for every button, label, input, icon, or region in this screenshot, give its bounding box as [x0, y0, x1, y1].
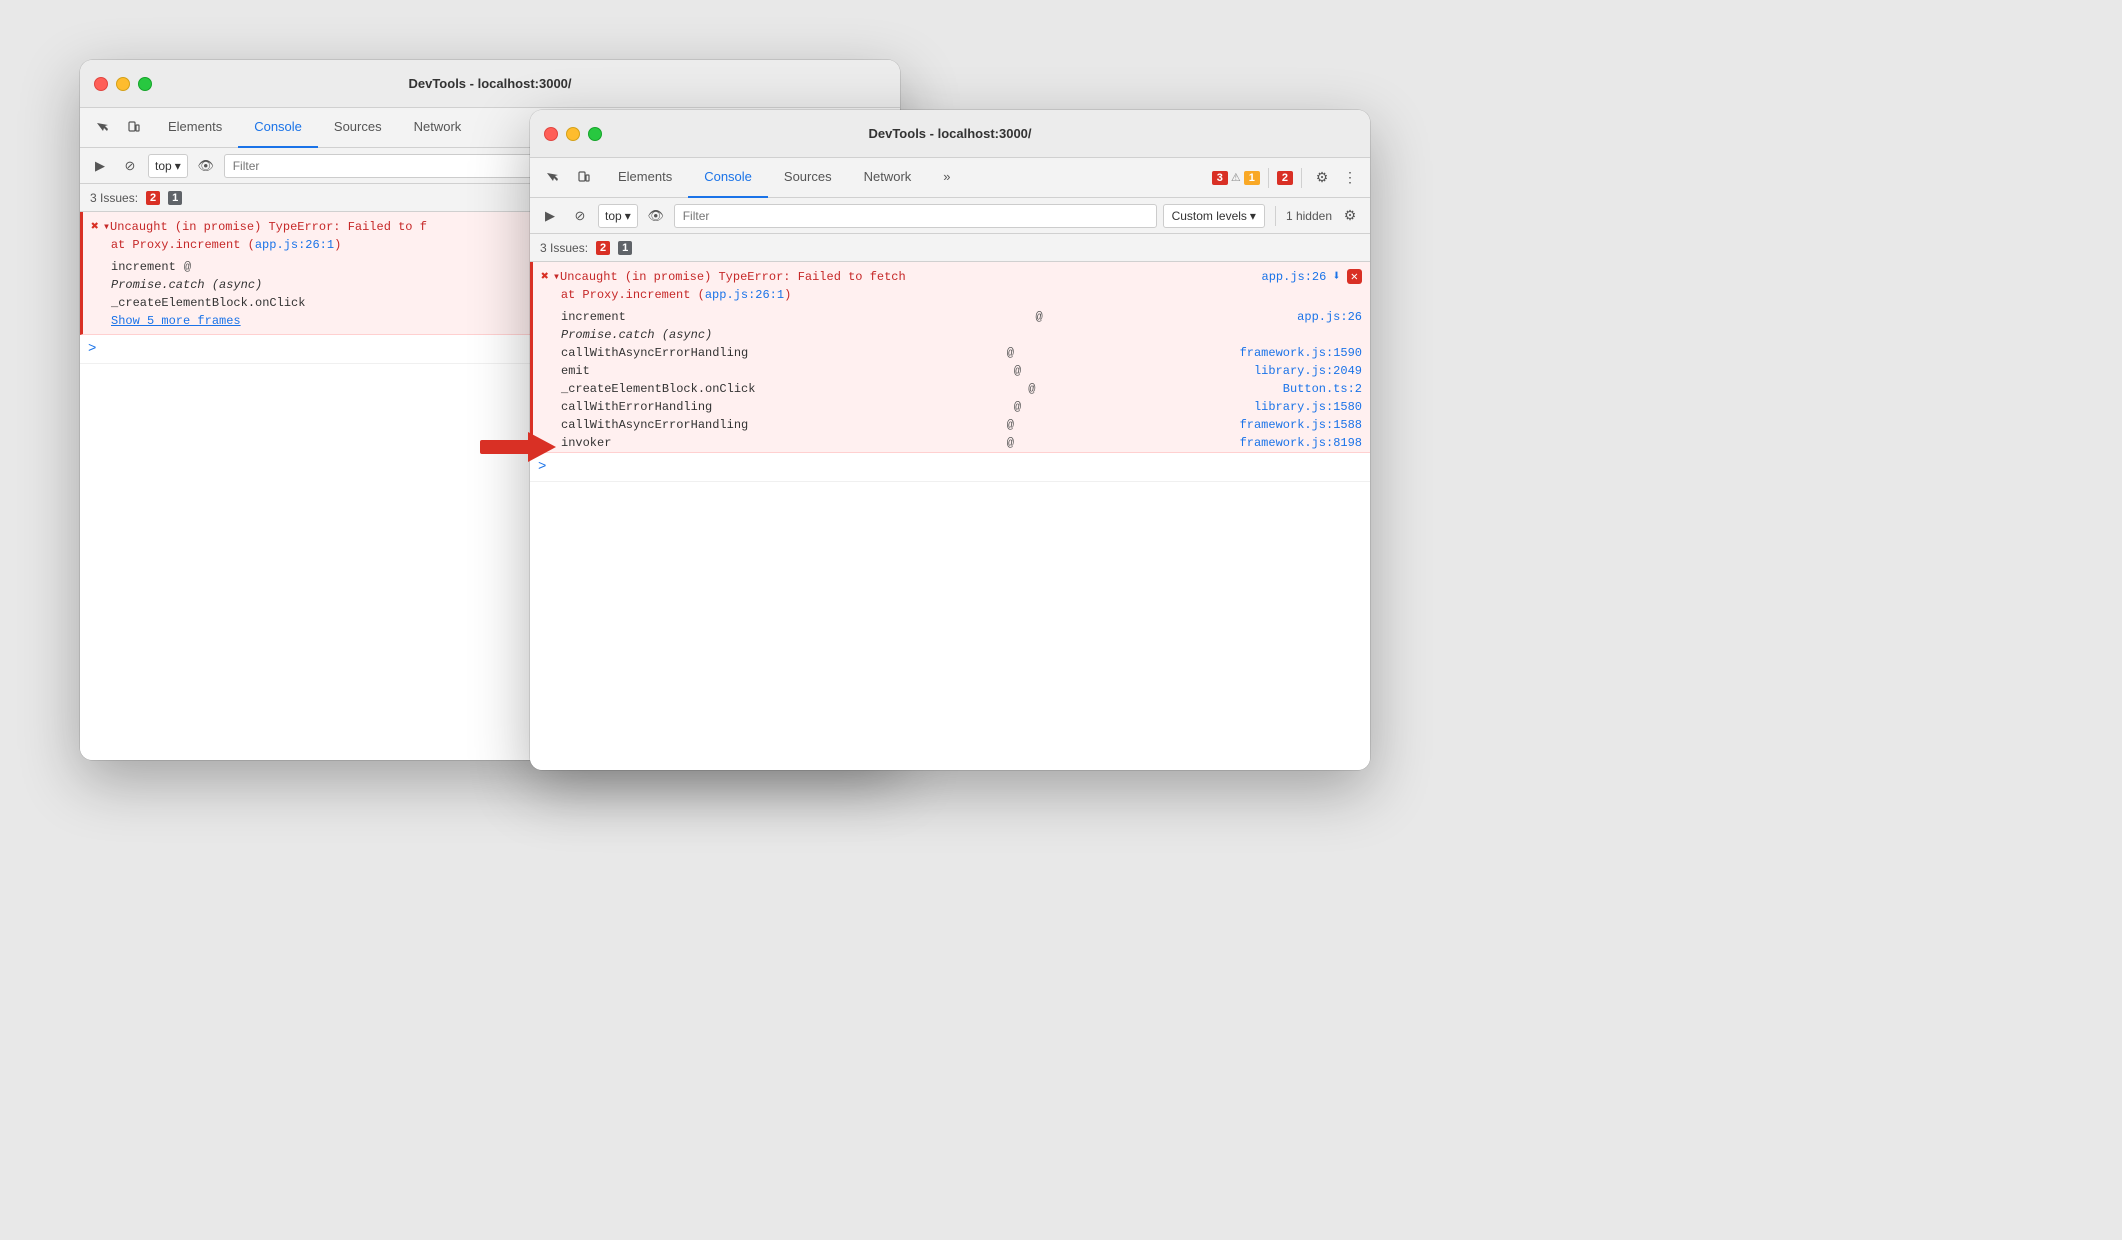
tabs-toolbar-front: Elements Console Sources Network » 3 ⚠	[530, 158, 1370, 198]
separator-2-front	[1301, 168, 1302, 188]
download-icon-front[interactable]: ⬇	[1332, 268, 1340, 285]
stack-row-invoker-front: invoker @ framework.js:8198	[533, 434, 1370, 452]
error-message-front: ▾Uncaught (in promise) TypeError: Failed…	[553, 268, 1258, 304]
tab-console-front[interactable]: Console	[688, 158, 768, 198]
console-toolbar-front: ▶ ⊘ top ▾ 👁 Custom levels ▾ 1 hidden ⚙	[530, 198, 1370, 234]
console-prompt-front: >	[530, 453, 1370, 482]
cursor-icon-back[interactable]	[88, 114, 116, 142]
console-content-front: ✖ ▾Uncaught (in promise) TypeError: Fail…	[530, 262, 1370, 770]
tab-elements-back[interactable]: Elements	[152, 108, 238, 148]
stack-file-framework1590-front[interactable]: framework.js:1590	[1240, 346, 1362, 360]
titlebar-back: DevTools - localhost:3000/	[80, 60, 900, 108]
error-appjs-link-front[interactable]: app.js:26	[1262, 270, 1327, 284]
tab-elements-front[interactable]: Elements	[602, 158, 688, 198]
stack-row-callerror-front: callWithErrorHandling @ library.js:1580	[533, 398, 1370, 416]
block-icon-front[interactable]: ⊘	[568, 204, 592, 228]
devtools-window-front: DevTools - localhost:3000/ Elements Cons…	[530, 110, 1370, 770]
minimize-button-front[interactable]	[566, 127, 580, 141]
context-select-back[interactable]: top ▾	[148, 154, 188, 178]
error-entry-front: ✖ ▾Uncaught (in promise) TypeError: Fail…	[530, 262, 1370, 453]
custom-levels-button-front[interactable]: Custom levels ▾	[1163, 204, 1265, 228]
issues-badge-group-front: 3 ⚠ 1 2	[1212, 168, 1293, 188]
tab-console-back[interactable]: Console	[238, 108, 318, 148]
block-icon-back[interactable]: ⊘	[118, 154, 142, 178]
traffic-lights-front	[544, 127, 602, 141]
tab-sources-back[interactable]: Sources	[318, 108, 398, 148]
error-file-link-back[interactable]: app.js:26:1	[255, 238, 334, 252]
tab-network-back[interactable]: Network	[398, 108, 478, 148]
stack-file-library2049-front[interactable]: library.js:2049	[1254, 364, 1362, 378]
error-count-badge-front: 3	[1212, 171, 1228, 185]
separator-1-front	[1268, 168, 1269, 188]
msg-badge-back: 1	[168, 191, 182, 205]
stack-row-onclick-front: _createElementBlock.onClick @ Button.ts:…	[533, 380, 1370, 398]
eye-icon-front[interactable]: 👁	[644, 204, 668, 228]
error-icon-back: ✖	[91, 219, 99, 234]
error-actions-front: app.js:26 ⬇ ✕	[1262, 268, 1362, 285]
arrow-container	[480, 430, 560, 460]
eye-icon-back[interactable]: 👁	[194, 154, 218, 178]
hidden-count-front: 1 hidden	[1286, 209, 1332, 223]
play-icon-front[interactable]: ▶	[538, 204, 562, 228]
console-settings-icon-front[interactable]: ⚙	[1338, 204, 1362, 228]
warn-count-badge-front: 1	[1244, 171, 1260, 185]
tab-bar-front: Elements Console Sources Network »	[602, 158, 1208, 198]
play-icon-back[interactable]: ▶	[88, 154, 112, 178]
stack-row-promise-front: Promise.catch (async)	[533, 326, 1370, 344]
msg-badge-front: 1	[618, 241, 632, 255]
stack-file-button-front[interactable]: Button.ts:2	[1283, 382, 1362, 396]
error-badge-back: 2	[146, 191, 160, 205]
device-icon-back[interactable]	[120, 114, 148, 142]
stack-row-increment-front: increment @ app.js:26	[533, 308, 1370, 326]
error-icon-front: ✖	[541, 269, 549, 284]
tab-more-front[interactable]: »	[927, 158, 966, 198]
error-badge-front: 2	[596, 241, 610, 255]
arrow-shaft	[480, 440, 535, 454]
tab-network-front[interactable]: Network	[848, 158, 928, 198]
maximize-button-back[interactable]	[138, 77, 152, 91]
arrow-shape	[480, 430, 560, 460]
settings-icon-front[interactable]: ⚙	[1310, 166, 1334, 190]
stack-row-emit-front: emit @ library.js:2049	[533, 362, 1370, 380]
titlebar-front: DevTools - localhost:3000/	[530, 110, 1370, 158]
window-title-back: DevTools - localhost:3000/	[408, 76, 571, 91]
red-count-badge-front: 2	[1277, 171, 1293, 185]
cursor-icon-front[interactable]	[538, 164, 566, 192]
close-button-front[interactable]	[544, 127, 558, 141]
issues-bar-front: 3 Issues: 2 1	[530, 234, 1370, 262]
arrow-head	[528, 432, 556, 462]
close-error-btn-front[interactable]: ✕	[1347, 269, 1362, 284]
traffic-lights-back	[94, 77, 152, 91]
separator-3-front	[1275, 206, 1276, 226]
filter-input-front[interactable]	[674, 204, 1157, 228]
stack-file-framework1588-front[interactable]: framework.js:1588	[1240, 418, 1362, 432]
toolbar-right-front: 3 ⚠ 1 2 ⚙ ⋮	[1212, 166, 1362, 190]
maximize-button-front[interactable]	[588, 127, 602, 141]
error-header-front: ✖ ▾Uncaught (in promise) TypeError: Fail…	[533, 262, 1370, 308]
minimize-button-back[interactable]	[116, 77, 130, 91]
stack-row-callasync2-front: callWithAsyncErrorHandling @ framework.j…	[533, 416, 1370, 434]
stack-file-framework8198-front[interactable]: framework.js:8198	[1240, 436, 1362, 450]
stack-file-library1580-front[interactable]: library.js:1580	[1254, 400, 1362, 414]
stack-row-callasync1-front: callWithAsyncErrorHandling @ framework.j…	[533, 344, 1370, 362]
error-message-back: ▾Uncaught (in promise) TypeError: Failed…	[103, 218, 427, 254]
tab-sources-front[interactable]: Sources	[768, 158, 848, 198]
error-file-link-front[interactable]: app.js:26:1	[705, 288, 784, 302]
window-title-front: DevTools - localhost:3000/	[868, 126, 1031, 141]
device-icon-front[interactable]	[570, 164, 598, 192]
prompt-icon-front[interactable]: >	[530, 453, 1370, 481]
stack-file-appjs-front[interactable]: app.js:26	[1297, 310, 1362, 324]
context-select-front[interactable]: top ▾	[598, 204, 638, 228]
close-button-back[interactable]	[94, 77, 108, 91]
more-icon-front[interactable]: ⋮	[1338, 166, 1362, 190]
